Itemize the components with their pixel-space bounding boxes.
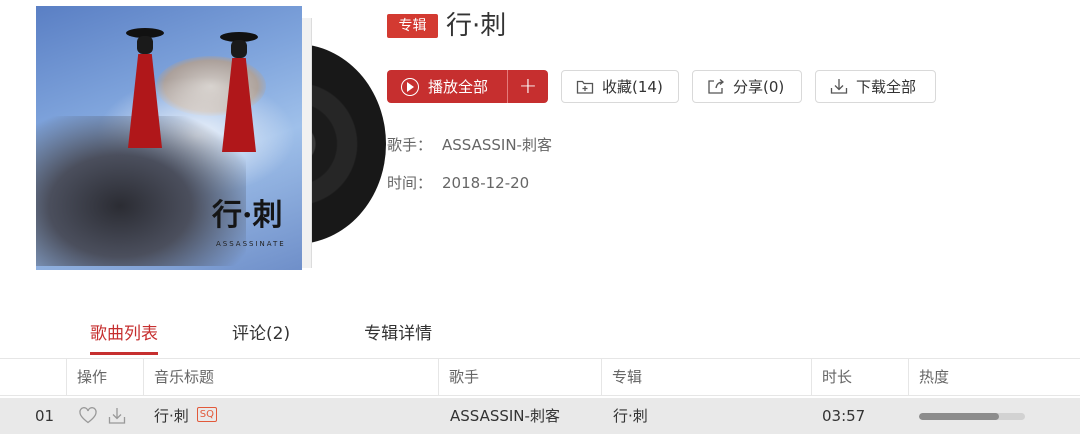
cover-figure-left — [122, 28, 168, 148]
album-title: 行·刺 — [446, 11, 507, 41]
song-title[interactable]: 行·刺 — [154, 407, 189, 425]
album-artist-row: 歌手： ASSASSIN-刺客 — [387, 135, 552, 155]
share-button[interactable]: 分享(0) — [692, 70, 802, 103]
sq-quality-badge: SQ — [196, 407, 217, 422]
heart-icon[interactable] — [78, 406, 98, 426]
album-tabs: 歌曲列表 评论(2) 专辑详情 — [90, 322, 506, 356]
cover-title-text: 行·刺 — [212, 198, 283, 233]
download-icon[interactable] — [107, 406, 127, 426]
heat-bar-fill — [919, 413, 999, 420]
time-label: 时间： — [387, 174, 433, 192]
column-header-duration[interactable]: 时长 — [811, 359, 908, 395]
album-cover-image: 行·刺 ASSASSINATE — [36, 6, 302, 270]
plus-icon: + — [518, 74, 538, 99]
column-header-actions: 操作 — [66, 359, 143, 395]
play-all-button-group: 播放全部 + — [387, 70, 548, 103]
play-circle-icon — [401, 77, 419, 96]
add-to-playlist-button[interactable]: + — [507, 70, 548, 103]
table-row[interactable]: 01 行·刺 SQ ASSASSIN-刺客 行·刺 03:57 — [0, 398, 1080, 434]
column-header-album[interactable]: 专辑 — [601, 359, 811, 395]
share-icon — [708, 79, 725, 94]
favorite-button[interactable]: 收藏(14) — [561, 70, 679, 103]
artist-link[interactable]: ASSASSIN-刺客 — [442, 136, 552, 154]
favorite-label: 收藏(14) — [602, 78, 663, 96]
release-date: 2018-12-20 — [442, 174, 530, 192]
tab-song-list[interactable]: 歌曲列表 — [90, 322, 158, 356]
column-header-artist[interactable]: 歌手 — [438, 359, 601, 395]
tab-album-details[interactable]: 专辑详情 — [364, 322, 432, 356]
song-title-cell: 行·刺 SQ — [154, 398, 217, 434]
download-all-button[interactable]: 下载全部 — [815, 70, 936, 103]
album-cover-area: 行·刺 ASSASSINATE — [36, 6, 386, 276]
cover-subtitle-text: ASSASSINATE — [216, 240, 286, 248]
download-all-label: 下载全部 — [856, 78, 917, 96]
song-table-header: 操作 音乐标题 歌手 专辑 时长 热度 — [0, 358, 1080, 396]
row-index: 01 — [35, 407, 55, 425]
column-header-title[interactable]: 音乐标题 — [143, 359, 438, 395]
column-header-heat[interactable]: 热度 — [908, 359, 1080, 395]
add-folder-icon — [576, 80, 594, 94]
song-artist[interactable]: ASSASSIN-刺客 — [450, 398, 560, 434]
album-type-badge: 专辑 — [387, 14, 438, 38]
share-label: 分享(0) — [733, 78, 785, 96]
download-icon — [830, 79, 848, 94]
artist-label: 歌手： — [387, 136, 433, 154]
song-album[interactable]: 行·刺 — [613, 398, 648, 434]
heat-bar — [919, 413, 1025, 420]
play-all-button[interactable]: 播放全部 — [387, 70, 507, 103]
cover-figure-right — [216, 32, 262, 152]
song-duration: 03:57 — [822, 407, 866, 425]
tab-comments[interactable]: 评论(2) — [232, 322, 290, 356]
album-date-row: 时间： 2018-12-20 — [387, 173, 529, 193]
play-all-label: 播放全部 — [428, 78, 489, 96]
